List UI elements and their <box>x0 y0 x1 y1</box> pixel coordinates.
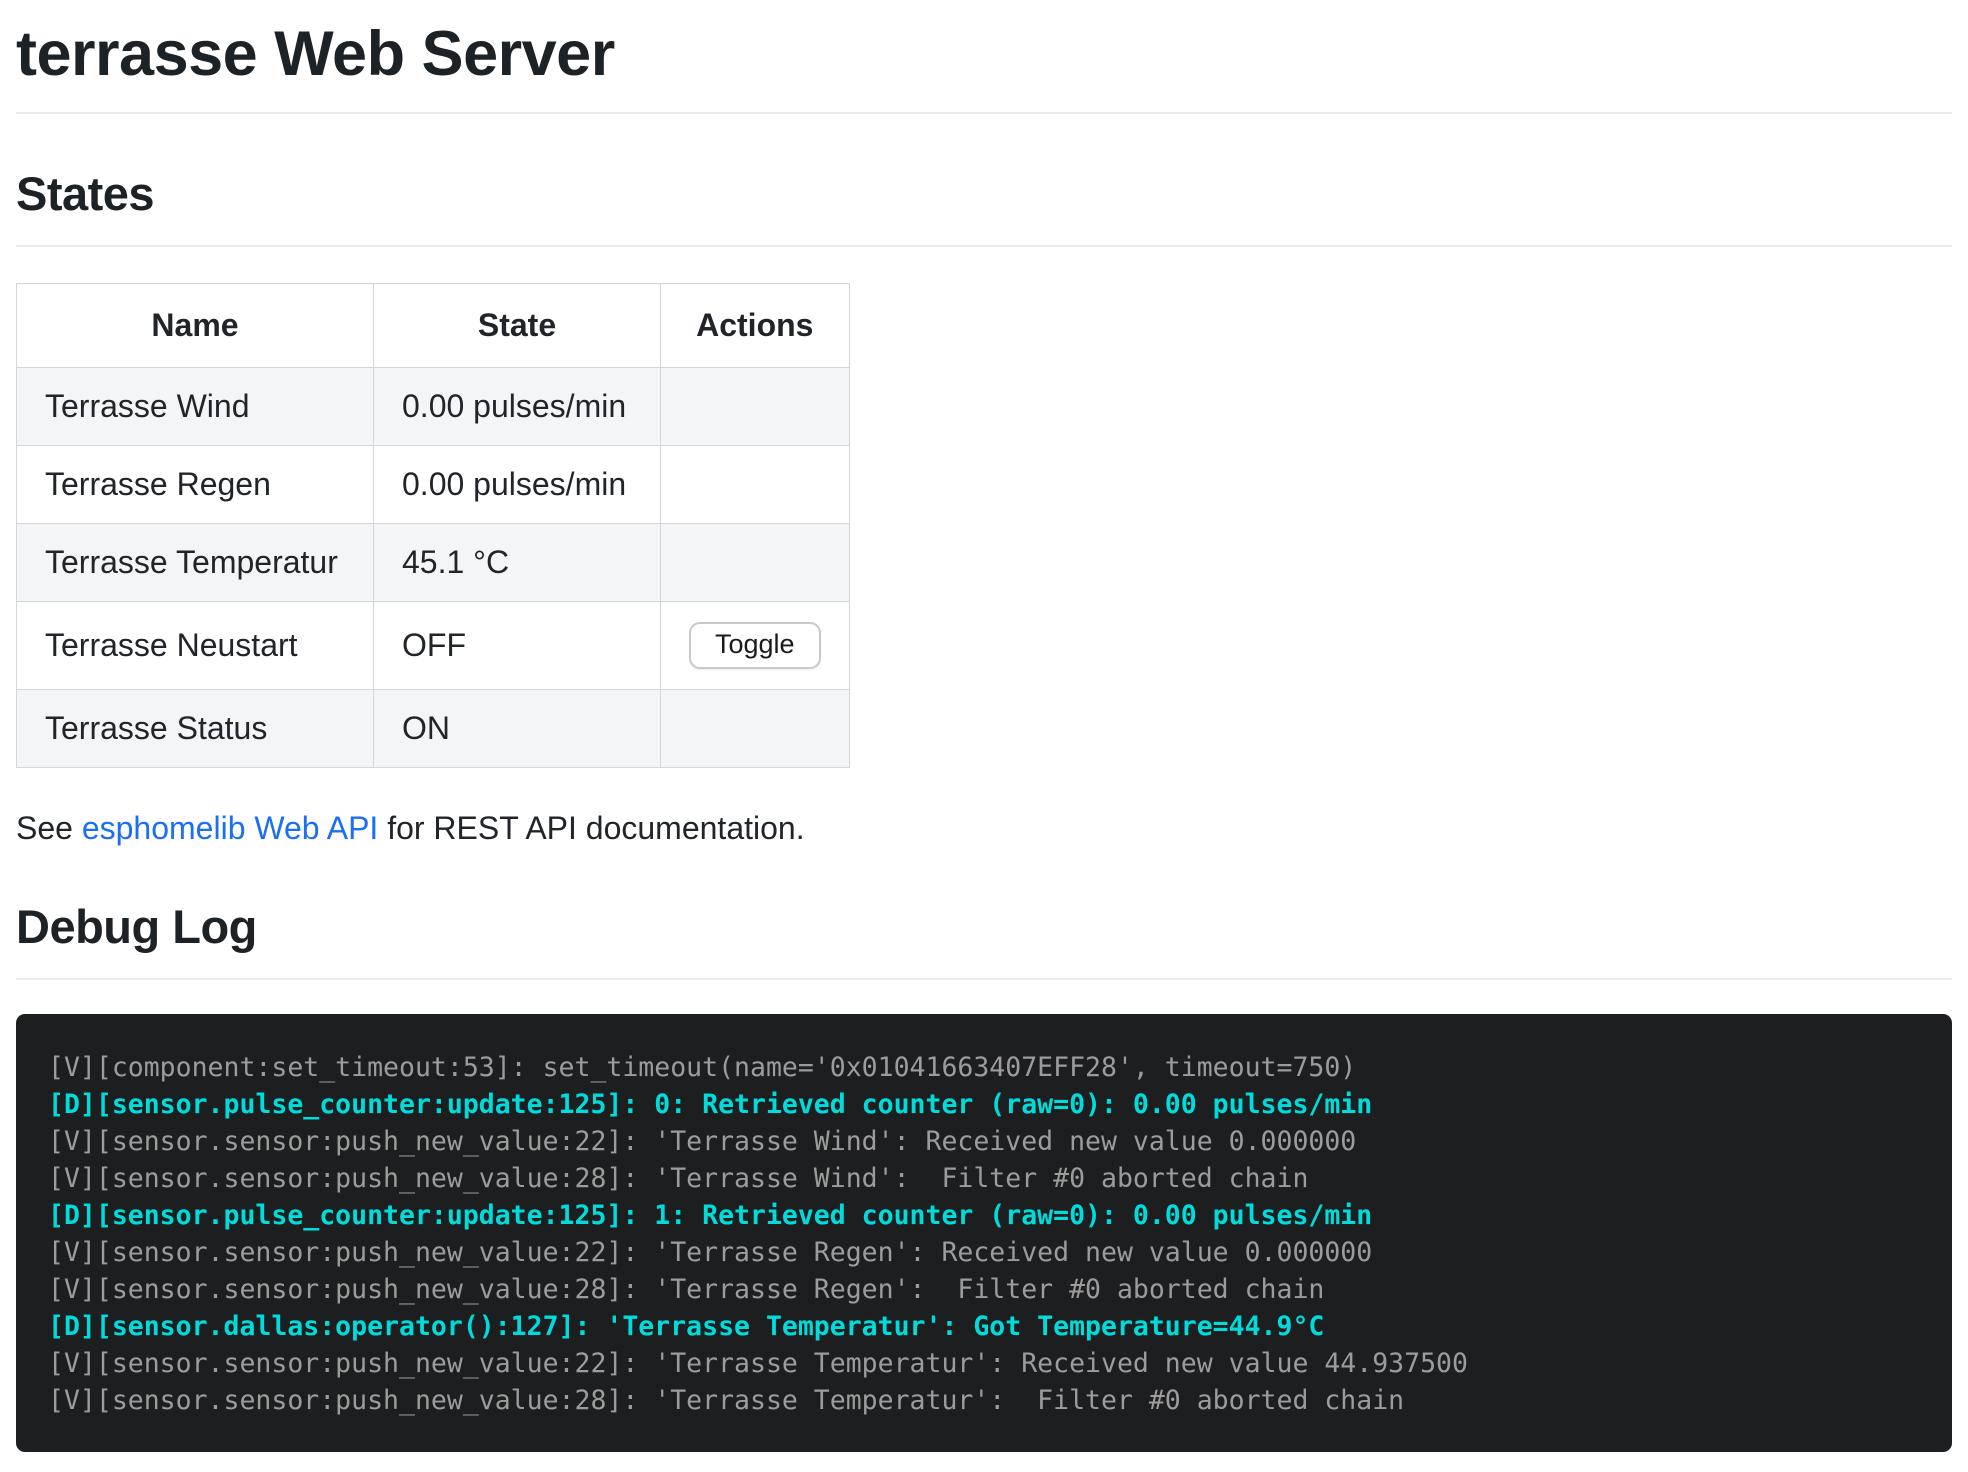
log-line: [V][component:set_timeout:53]: set_timeo… <box>48 1049 1920 1086</box>
state-actions-cell <box>661 690 850 768</box>
column-header-name: Name <box>17 284 374 368</box>
column-header-actions: Actions <box>661 284 850 368</box>
states-table: Name State Actions Terrasse Wind 0.00 pu… <box>16 283 850 768</box>
api-note: See esphomelib Web API for REST API docu… <box>16 810 1952 847</box>
debug-log-heading: Debug Log <box>16 899 1952 980</box>
table-row: Terrasse Wind 0.00 pulses/min <box>17 368 850 446</box>
log-line: [D][sensor.dallas:operator():127]: 'Terr… <box>48 1308 1920 1345</box>
state-value: ON <box>374 690 661 768</box>
log-line: [D][sensor.pulse_counter:update:125]: 1:… <box>48 1197 1920 1234</box>
state-actions-cell: Toggle <box>661 602 850 690</box>
debug-log-console: [V][component:set_timeout:53]: set_timeo… <box>16 1014 1952 1452</box>
api-note-suffix: for REST API documentation. <box>378 810 804 846</box>
state-value: 0.00 pulses/min <box>374 446 661 524</box>
state-name: Terrasse Temperatur <box>17 524 374 602</box>
state-name: Terrasse Wind <box>17 368 374 446</box>
state-value: 0.00 pulses/min <box>374 368 661 446</box>
state-actions-cell <box>661 524 850 602</box>
state-actions-cell <box>661 368 850 446</box>
table-row: Terrasse Temperatur 45.1 °C <box>17 524 850 602</box>
state-actions-cell <box>661 446 850 524</box>
log-line: [V][sensor.sensor:push_new_value:28]: 'T… <box>48 1382 1920 1419</box>
column-header-state: State <box>374 284 661 368</box>
log-line: [V][sensor.sensor:push_new_value:22]: 'T… <box>48 1123 1920 1160</box>
log-line: [V][sensor.sensor:push_new_value:28]: 'T… <box>48 1160 1920 1197</box>
state-value: 45.1 °C <box>374 524 661 602</box>
state-name: Terrasse Neustart <box>17 602 374 690</box>
table-row: Terrasse Status ON <box>17 690 850 768</box>
state-value: OFF <box>374 602 661 690</box>
web-api-link[interactable]: esphomelib Web API <box>82 810 378 846</box>
state-name: Terrasse Status <box>17 690 374 768</box>
api-note-prefix: See <box>16 810 82 846</box>
table-row: Terrasse Regen 0.00 pulses/min <box>17 446 850 524</box>
toggle-button[interactable]: Toggle <box>689 622 821 669</box>
log-line: [D][sensor.pulse_counter:update:125]: 0:… <box>48 1086 1920 1123</box>
table-header-row: Name State Actions <box>17 284 850 368</box>
state-name: Terrasse Regen <box>17 446 374 524</box>
log-line: [V][sensor.sensor:push_new_value:22]: 'T… <box>48 1234 1920 1271</box>
page-title: terrasse Web Server <box>16 18 1952 114</box>
states-heading: States <box>16 166 1952 247</box>
table-row: Terrasse Neustart OFF Toggle <box>17 602 850 690</box>
log-line: [V][sensor.sensor:push_new_value:28]: 'T… <box>48 1271 1920 1308</box>
log-line: [V][sensor.sensor:push_new_value:22]: 'T… <box>48 1345 1920 1382</box>
